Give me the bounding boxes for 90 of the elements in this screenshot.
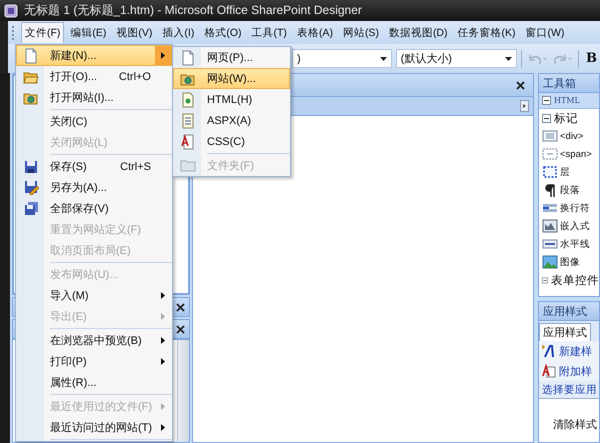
folder-globe-icon [180,72,196,86]
folder-icon [23,70,39,84]
menu-item[interactable]: 最近访问过的网站(T) [16,417,172,438]
dropdown-arrow-icon [380,56,387,60]
page-icon [181,50,195,66]
scroll-right-button[interactable] [520,100,529,112]
close-icon[interactable] [516,80,525,90]
menu-bar-item[interactable]: 文件(F) [21,22,64,43]
submenu-arrow-icon [161,337,165,344]
paragraph-icon [544,184,556,196]
menu-item[interactable]: HTML(H) [173,89,290,110]
toolbox-item[interactable]: 嵌入式 [539,217,599,235]
dropdown-arrow-icon [505,56,512,60]
line-break-icon [542,202,558,214]
folder-icon [180,159,196,172]
toolbox-item[interactable]: 水平线 [539,235,599,253]
new-style-icon [542,344,556,358]
embed-icon [542,219,558,233]
div-icon [542,130,558,142]
submenu-arrow-icon [161,358,165,365]
menu-bar-item[interactable]: 数据视图(D) [384,22,452,44]
menu-item[interactable]: 打印(P) [16,351,172,372]
toolbox-item[interactable]: 换行符 [539,199,599,217]
font-dropdown[interactable]: ) [292,49,392,68]
css-file-icon [181,134,195,150]
close-icon[interactable] [176,324,185,334]
menu-item[interactable]: ASPX(A) [173,110,290,131]
toolbox-item[interactable]: 图像 [539,253,599,271]
menu-bar-item[interactable]: 插入(I) [158,22,198,44]
menu-item[interactable]: 导入(M) [16,285,172,306]
collapse-icon[interactable] [542,96,551,105]
toolbox-item[interactable]: 段落 [539,181,599,199]
menu-bar-item[interactable]: 编辑(E) [66,22,110,44]
font-size-dropdown[interactable]: (默认大小) [396,49,518,68]
menu-item[interactable]: 网站(W)... [173,68,290,89]
collapse-icon[interactable] [542,114,551,122]
menu-bar-item[interactable]: 表格(A) [292,22,337,44]
span-icon [542,148,558,160]
style-item[interactable]: 清除样式 [539,417,599,432]
close-icon[interactable] [176,302,185,312]
menu-item[interactable]: CSS(C) [173,131,290,152]
attach-style-icon [542,364,556,378]
image-icon [542,255,558,269]
menu-bar-item[interactable]: 工具(T) [248,22,291,44]
menu-item[interactable]: 全部保存(V) [16,198,172,219]
submenu-arrow-icon [161,313,165,320]
toolbar-grip[interactable] [12,26,17,40]
menu-item[interactable]: 属性(R)... [16,372,172,393]
panel-link[interactable]: 附加样 [539,361,599,381]
submenu-arrow-icon [161,52,165,59]
menu-bar-item[interactable]: 视图(V) [112,22,156,44]
group-label: 表单控件 [551,274,599,288]
submenu-arrow-icon [161,292,165,299]
toolbox-item[interactable]: 层 [539,163,599,181]
menu-item[interactable]: 在浏览器中预览(B) [16,330,172,351]
panel-title: 工具箱 [539,74,599,93]
submenu-arrow-icon [161,424,165,431]
category-label: HTML [554,96,580,105]
hint-text: 选择要应用 [539,381,599,398]
menu-item[interactable]: 网页(P)... [173,47,290,68]
layer-icon [542,165,558,179]
menu-item[interactable]: 新建(N)... [16,45,172,66]
save-as-icon [24,180,38,195]
save-all-icon [24,201,38,216]
menu-item[interactable]: 关闭(C) [16,111,172,132]
menu-bar-item[interactable]: 任务窗格(K) [454,22,520,44]
group-label: 标记 [554,112,578,126]
window-title: 无标题 1 (无标题_1.htm) - Microsoft Office SharePoint Designer [24,2,362,19]
menu-bar-item[interactable]: 格式(O) [200,22,246,44]
panel-tab[interactable]: 应用样式 [539,323,591,341]
app-icon [4,4,18,18]
menu-item[interactable]: 另存为(A)... [16,177,172,198]
panel-link[interactable]: 新建样 [539,341,599,361]
menu-item[interactable]: 打开(O)... Ctrl+O [16,66,172,87]
toolbox-item[interactable]: <span> [539,145,599,163]
page-icon [24,48,38,64]
aspx-file-icon [181,112,195,128]
submenu-arrow-icon [161,403,165,410]
bold-button[interactable]: B [583,49,600,68]
folder-globe-icon [23,90,39,104]
panel-title: 应用样式 [539,302,599,321]
html-file-icon [181,92,195,108]
menu-item[interactable]: 保存(S) Ctrl+S [16,156,172,177]
menu-bar-item[interactable]: 窗口(W) [522,22,568,44]
save-icon [24,160,38,174]
menu-item[interactable]: 打开网站(I)... [16,87,172,108]
scrollbar[interactable] [177,340,189,442]
toolbox-item[interactable]: <div> [539,127,599,145]
menu-bar-item[interactable]: 网站(S) [338,22,383,44]
toolbox-category[interactable]: HTML [539,93,599,109]
